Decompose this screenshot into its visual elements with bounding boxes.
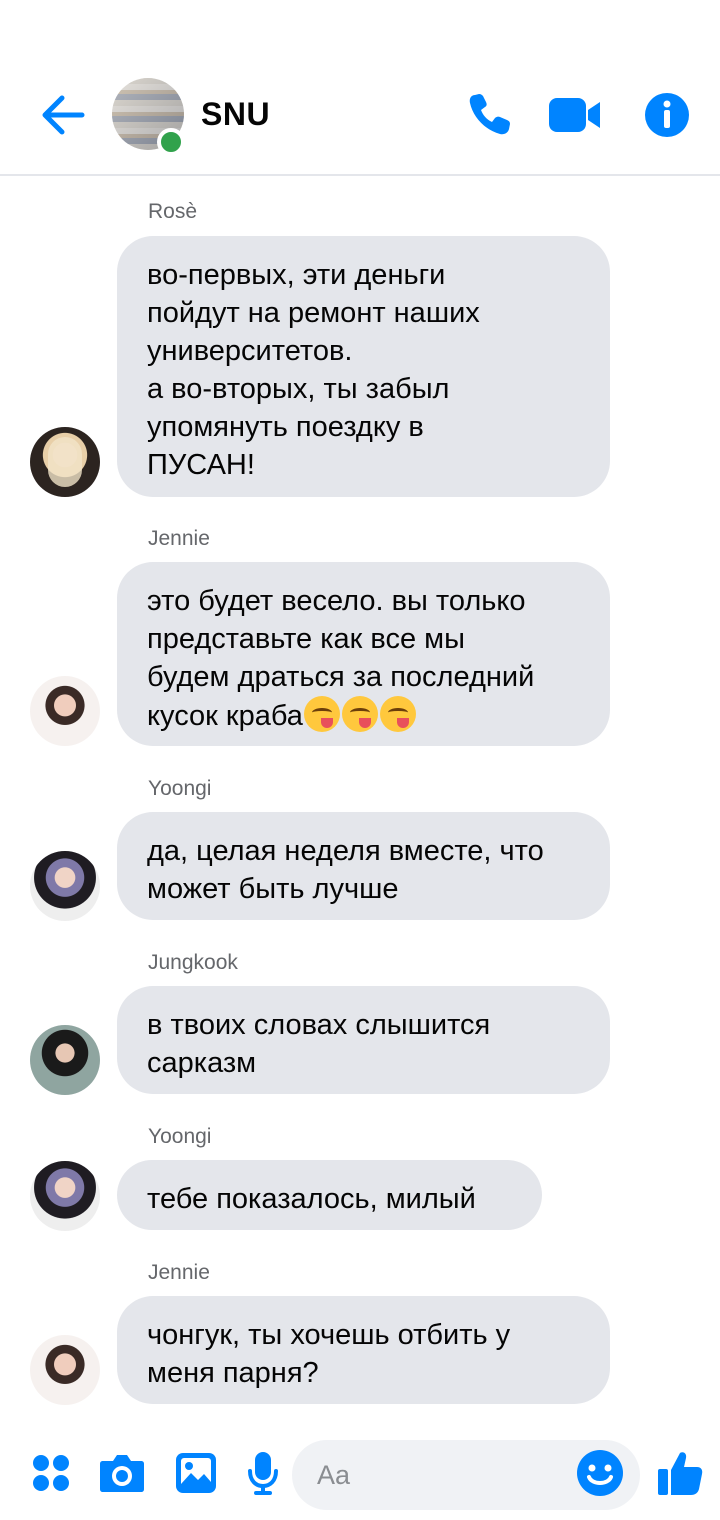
chat-header: SNU — [0, 0, 720, 176]
avatar[interactable] — [30, 676, 100, 746]
yum-emoji-icon — [303, 696, 340, 732]
call-button[interactable] — [462, 88, 516, 142]
voice-button[interactable] — [238, 1448, 288, 1498]
gallery-icon — [176, 1453, 216, 1493]
message-bubble[interactable]: это будет весело. вы только представьте … — [117, 562, 610, 746]
phone-icon — [469, 94, 510, 135]
video-call-button[interactable] — [548, 88, 602, 142]
info-icon — [645, 93, 689, 137]
menu-dots-icon — [33, 1455, 69, 1491]
sender-name: Jungkook — [148, 951, 238, 974]
avatar[interactable] — [30, 1161, 100, 1231]
sender-name: Yoongi — [148, 1125, 212, 1148]
sender-name: Jennie — [148, 527, 210, 550]
more-actions-button[interactable] — [26, 1448, 76, 1498]
info-button[interactable] — [640, 88, 694, 142]
message-bubble[interactable]: чонгук, ты хочешь отбить у меня парня? — [117, 1296, 610, 1404]
emoji-button[interactable] — [575, 1448, 625, 1498]
chat-title[interactable]: SNU — [201, 96, 270, 133]
message-bubble[interactable]: во-первых, эти деньги пойдут на ремонт н… — [117, 236, 610, 497]
sender-name: Rosè — [148, 200, 198, 223]
video-camera-icon — [549, 98, 600, 132]
back-arrow-icon — [42, 95, 85, 135]
like-button[interactable] — [655, 1448, 705, 1498]
sender-name: Jennie — [148, 1261, 210, 1284]
sender-name: Yoongi — [148, 777, 212, 800]
microphone-icon — [248, 1452, 278, 1495]
avatar[interactable] — [30, 1025, 100, 1095]
back-button[interactable] — [38, 90, 88, 140]
yum-emoji-icon — [341, 696, 378, 732]
message-bubble[interactable]: тебе показалось, милый — [117, 1160, 542, 1230]
camera-icon — [100, 1455, 144, 1492]
avatar[interactable] — [30, 427, 100, 497]
avatar[interactable] — [30, 1335, 100, 1405]
online-status-dot — [157, 128, 185, 156]
message-bubble[interactable]: в твоих словах слышится сарказм — [117, 986, 610, 1094]
message-composer — [0, 1436, 720, 1520]
gallery-button[interactable] — [171, 1448, 221, 1498]
emoji-icon — [577, 1450, 623, 1496]
message-text: это будет весело. вы только представьте … — [147, 585, 535, 732]
yum-emoji-icon — [379, 696, 416, 732]
camera-button[interactable] — [97, 1448, 147, 1498]
like-icon — [658, 1452, 703, 1495]
message-bubble[interactable]: да, целая неделя вместе, что может быть … — [117, 812, 610, 920]
avatar[interactable] — [30, 851, 100, 921]
